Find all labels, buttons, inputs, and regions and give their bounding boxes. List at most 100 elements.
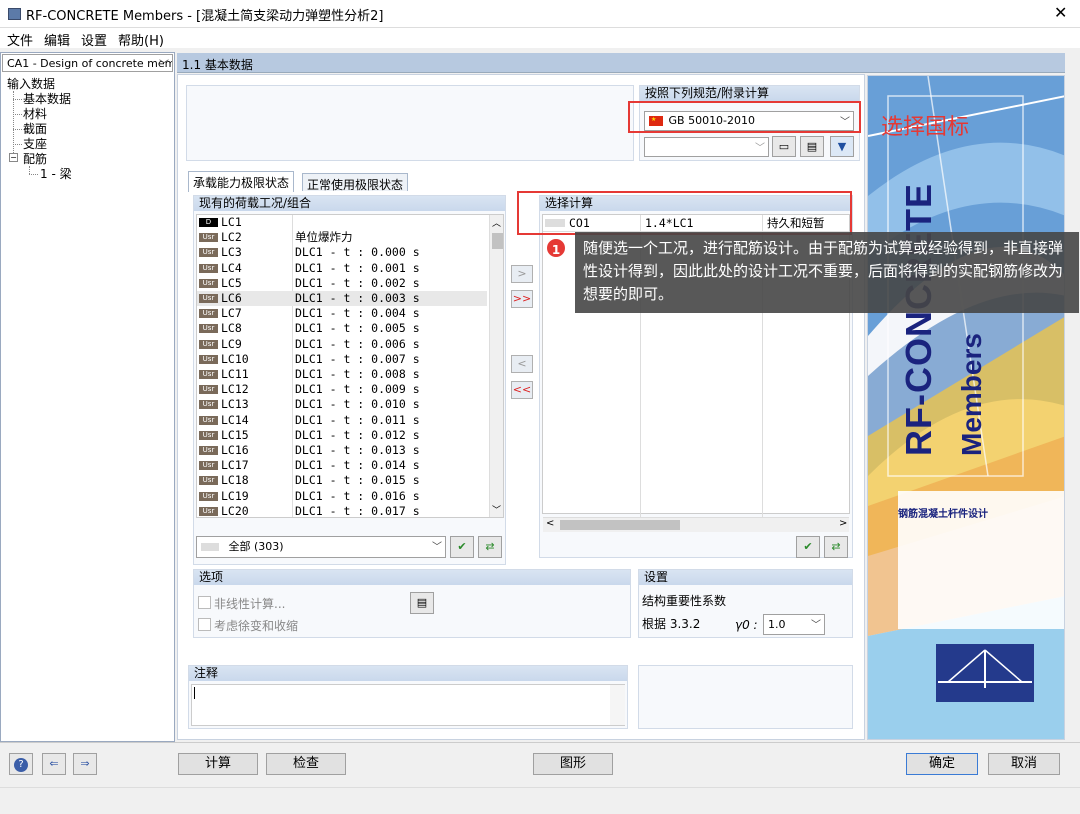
type-badge: Usr (199, 324, 218, 334)
close-icon[interactable]: ✕ (1054, 3, 1067, 22)
list-item[interactable]: Usr LC13 DLC1 - t : 0.010 s (197, 397, 487, 412)
tab-ultimate-limit-state[interactable]: 承载能力极限状态 (188, 171, 295, 192)
gamma-select[interactable]: 1.0 ﹀ (763, 614, 825, 635)
list-item[interactable]: Usr LC15 DLC1 - t : 0.012 s (197, 428, 487, 443)
scroll-down-icon[interactable]: ﹀ (492, 503, 501, 516)
list-item[interactable]: Usr LC11 DLC1 - t : 0.008 s (197, 367, 487, 382)
export-button[interactable]: ⇒ (73, 753, 97, 775)
case-select[interactable]: CA1 - Design of concrete mem ﹀ (2, 54, 173, 72)
load-case-name: LC15 (221, 427, 249, 442)
list-item[interactable]: Usr LC12 DLC1 - t : 0.009 s (197, 382, 487, 397)
type-badge: Usr (199, 476, 218, 486)
tree-item-sections[interactable]: 截面 (23, 122, 47, 136)
load-case-description: DLC1 - t : 0.011 s (295, 412, 420, 427)
list-item[interactable]: Usr LC16 DLC1 - t : 0.013 s (197, 443, 487, 458)
list-item[interactable]: Usr LC20 DLC1 - t : 0.017 s (197, 503, 487, 518)
calculate-button[interactable]: 计算 (178, 753, 258, 775)
creep-checkbox[interactable] (198, 618, 211, 631)
invert-selection-button[interactable]: ⇄ (824, 536, 848, 558)
load-case-name: LC20 (221, 503, 249, 518)
notes-side-area (638, 665, 853, 729)
tree-item-reinforcement[interactable]: 配筋 (23, 152, 47, 166)
menu-help[interactable]: 帮助(H) (118, 30, 164, 49)
chevron-down-icon: ﹀ (159, 60, 169, 71)
filter-select[interactable]: 全部 (303) ﹀ (196, 536, 446, 558)
list-scrollbar[interactable]: ︿ ﹀ (489, 215, 503, 517)
load-case-name: LC9 (221, 336, 242, 351)
check-button[interactable]: 检查 (266, 753, 346, 775)
tree-item-beam[interactable]: 1 - 梁 (40, 167, 72, 181)
list-item[interactable]: Usr LC3 DLC1 - t : 0.000 s (197, 245, 487, 260)
scroll-thumb[interactable] (492, 233, 503, 249)
scroll-left-icon[interactable]: < (546, 518, 554, 529)
load-case-description: DLC1 - t : 0.012 s (295, 427, 420, 442)
load-case-description: DLC1 - t : 0.004 s (295, 306, 420, 321)
existing-loads-header: 现有的荷载工况/组合 (194, 196, 505, 211)
list-item[interactable]: Usr LC5 DLC1 - t : 0.002 s (197, 276, 487, 291)
load-case-name: LC3 (221, 245, 242, 260)
type-badge: Usr (199, 506, 218, 516)
list-item[interactable]: Usr LC6 DLC1 - t : 0.003 s (197, 291, 487, 307)
tree-item-materials[interactable]: 材料 (23, 107, 47, 121)
arrow-right-icon: > (517, 267, 527, 280)
chevron-down-icon: ﹀ (811, 620, 821, 631)
list-item[interactable]: Usr LC2 单位爆炸力 (197, 230, 487, 245)
select-all-button[interactable]: ✔ (450, 536, 474, 558)
cancel-button[interactable]: 取消 (988, 753, 1060, 775)
menu-edit[interactable]: 编辑 (44, 30, 70, 49)
select-all-button[interactable]: ✔ (796, 536, 820, 558)
page-title: 1.1 基本数据 (182, 58, 253, 72)
help-icon: ? (14, 758, 28, 772)
remove-button[interactable]: < (511, 355, 533, 373)
menu-file[interactable]: 文件 (7, 30, 33, 49)
edit-annex-button[interactable]: ▤ (800, 136, 824, 157)
notes-textarea[interactable] (191, 684, 625, 726)
add-all-button[interactable]: >> (511, 290, 533, 308)
list-item[interactable]: D LC1 (197, 215, 487, 230)
list-item[interactable]: Usr LC7 DLC1 - t : 0.004 s (197, 306, 487, 321)
import-button[interactable]: ⇐ (42, 753, 66, 775)
tree-item-supports[interactable]: 支座 (23, 137, 47, 151)
nonlinear-settings-button[interactable]: ▤ (410, 592, 434, 614)
list-item[interactable]: Usr LC10 DLC1 - t : 0.007 s (197, 352, 487, 367)
load-case-description: DLC1 - t : 0.017 s (295, 503, 420, 518)
load-case-name: LC7 (221, 306, 242, 321)
list-item[interactable]: Usr LC4 DLC1 - t : 0.001 s (197, 261, 487, 276)
annotation-box-selected (517, 191, 852, 235)
load-case-name: LC16 (221, 443, 249, 457)
type-badge: Usr (199, 248, 218, 258)
ok-button[interactable]: 确定 (906, 753, 978, 775)
tab-serviceability-limit-state[interactable]: 正常使用极限状态 (302, 173, 409, 192)
list-item[interactable]: Usr LC18 DLC1 - t : 0.015 s (197, 473, 487, 488)
add-button[interactable]: > (511, 265, 533, 283)
remove-all-button[interactable]: << (511, 381, 533, 399)
notes-scrollbar[interactable] (610, 685, 625, 725)
notes-header: 注释 (189, 666, 627, 681)
graphics-button[interactable]: 图形 (533, 753, 613, 775)
list-item[interactable]: Usr LC17 DLC1 - t : 0.014 s (197, 458, 487, 473)
list-item[interactable]: Usr LC19 DLC1 - t : 0.016 s (197, 489, 487, 504)
scroll-thumb[interactable] (560, 520, 680, 530)
folder-button[interactable]: ▭ (772, 136, 796, 157)
nonlinear-checkbox[interactable] (198, 596, 211, 609)
list-item[interactable]: Usr LC9 DLC1 - t : 0.006 s (197, 337, 487, 352)
existing-loads-list[interactable]: D LC1 Usr LC2 单位爆炸力 Usr LC3 DLC1 - t : 0.000 sU… (196, 214, 504, 518)
load-case-description: DLC1 - t : 0.010 s (295, 397, 420, 412)
list-item[interactable]: Usr LC8 DLC1 - t : 0.005 s (197, 321, 487, 336)
invert-selection-button[interactable]: ⇄ (478, 536, 502, 558)
help-button[interactable]: ? (9, 753, 33, 775)
load-case-name: LC12 (221, 382, 249, 397)
annex-select[interactable]: ﹀ (644, 137, 769, 157)
description-area (186, 85, 634, 161)
h-scrollbar[interactable]: < > (543, 517, 849, 532)
title-bar: RF-CONCRETE Members - [混凝土简支梁动力弹塑性分析2] ✕ (0, 0, 1080, 28)
options-group: 选项 非线性计算... ▤ 考虑徐变和收缩 (193, 569, 631, 638)
scroll-right-icon[interactable]: > (839, 518, 847, 529)
scroll-up-icon[interactable]: ︿ (492, 216, 501, 229)
list-item[interactable]: Usr LC14 DLC1 - t : 0.011 s (197, 413, 487, 428)
menu-settings[interactable]: 设置 (81, 30, 107, 49)
tree-root[interactable]: 输入数据 (7, 77, 55, 91)
filter-button[interactable]: ▼ (830, 136, 854, 157)
tree-item-basic-data[interactable]: 基本数据 (23, 92, 71, 106)
collapse-icon[interactable]: − (9, 153, 18, 162)
